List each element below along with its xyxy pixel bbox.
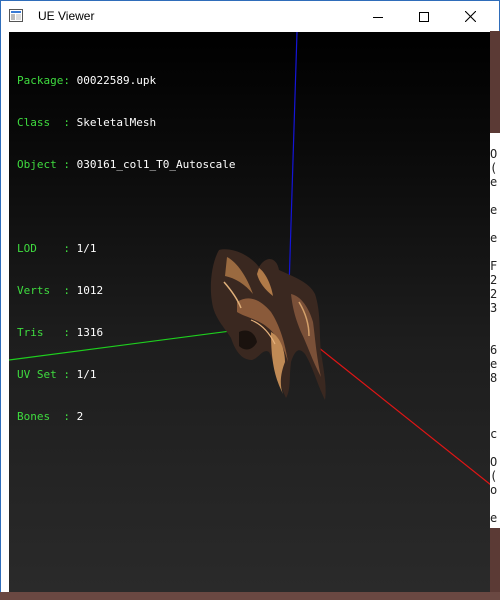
background-text-line: 2 xyxy=(490,273,498,287)
minimize-icon xyxy=(373,16,383,18)
3d-viewport[interactable]: Package: 00022589.upk Class : SkeletalMe… xyxy=(9,32,491,593)
info-separator: : xyxy=(63,410,77,423)
info-spacer xyxy=(17,200,236,214)
maximize-icon xyxy=(419,11,429,22)
info-row-verts: Verts : 1012 xyxy=(17,284,236,298)
info-row-package: Package: 00022589.upk xyxy=(17,74,236,88)
info-value: SkeletalMesh xyxy=(76,116,157,129)
background-text-line: F xyxy=(490,259,498,273)
background-text-line xyxy=(490,413,500,427)
background-text-line: 8 xyxy=(490,371,498,385)
info-value: 1012 xyxy=(76,284,104,297)
info-separator: : xyxy=(63,326,77,339)
background-text-line xyxy=(490,497,500,511)
close-icon xyxy=(464,11,476,22)
background-text-line xyxy=(490,189,500,203)
window-title: UE Viewer xyxy=(38,9,95,23)
background-text-line: O xyxy=(490,147,498,161)
info-separator: : xyxy=(63,158,77,171)
info-separator: : xyxy=(63,284,77,297)
info-key: Class xyxy=(17,116,64,129)
info-key: Package xyxy=(17,74,64,87)
background-text-line: ( xyxy=(490,161,498,175)
info-value: 2 xyxy=(76,410,84,423)
info-row-tris: Tris : 1316 xyxy=(17,326,236,340)
info-separator: : xyxy=(63,74,77,87)
background-text-line xyxy=(490,133,500,147)
background-text-line xyxy=(490,315,500,329)
background-text-line: 6 xyxy=(490,343,498,357)
close-button[interactable] xyxy=(447,1,493,32)
maximize-button[interactable] xyxy=(401,1,447,32)
background-text-line: e xyxy=(490,175,498,189)
desktop-bottom-edge xyxy=(0,592,500,600)
background-text-line: e xyxy=(490,357,498,371)
info-row-class: Class : SkeletalMesh xyxy=(17,116,236,130)
x-axis-line xyxy=(298,331,491,486)
info-row-lod: LOD : 1/1 xyxy=(17,242,236,256)
info-row-bones: Bones : 2 xyxy=(17,410,236,424)
app-icon xyxy=(9,9,23,22)
info-key: Object xyxy=(17,158,64,171)
info-value: 1316 xyxy=(76,326,104,339)
info-key: Tris xyxy=(17,326,64,339)
info-row-object: Object : 030161_col1_T0_Autoscale xyxy=(17,158,236,172)
background-text-line xyxy=(490,441,500,455)
background-text-line xyxy=(490,385,500,399)
info-value: 1/1 xyxy=(76,242,97,255)
info-separator: : xyxy=(63,242,77,255)
info-value: 030161_col1_T0_Autoscale xyxy=(76,158,236,171)
background-text-line: e xyxy=(490,203,498,217)
info-key: LOD xyxy=(17,242,64,255)
background-text-line: o xyxy=(490,483,498,497)
info-separator: : xyxy=(63,368,77,381)
background-text-line xyxy=(490,329,500,343)
info-row-uv-set: UV Set : 1/1 xyxy=(17,368,236,382)
background-text-line: c xyxy=(490,427,498,441)
info-key: Verts xyxy=(17,284,64,297)
title-bar[interactable]: UE Viewer xyxy=(1,1,499,32)
background-text-line: 2 xyxy=(490,287,498,301)
background-text-line: e xyxy=(490,231,498,245)
info-value: 1/1 xyxy=(76,368,97,381)
background-text-line: ( xyxy=(490,469,498,483)
background-text-line: O xyxy=(490,455,498,469)
info-separator: : xyxy=(63,116,77,129)
background-text-line xyxy=(490,399,500,413)
background-text-line xyxy=(490,217,500,231)
background-text-line xyxy=(490,245,500,259)
background-text-line: 3 xyxy=(490,301,498,315)
info-value: 00022589.upk xyxy=(76,74,157,87)
background-text-line: e xyxy=(490,511,498,525)
mesh-info-overlay: Package: 00022589.upk Class : SkeletalMe… xyxy=(17,46,236,452)
background-window-text: O(e e e F 2 2 3 6 e 8 c O(o e xyxy=(490,133,500,528)
minimize-button[interactable] xyxy=(355,1,401,32)
info-key: Bones xyxy=(17,410,64,423)
info-key: UV Set xyxy=(17,368,64,381)
app-window: UE Viewer Package: 00022589.upk Class: … xyxy=(0,0,500,600)
